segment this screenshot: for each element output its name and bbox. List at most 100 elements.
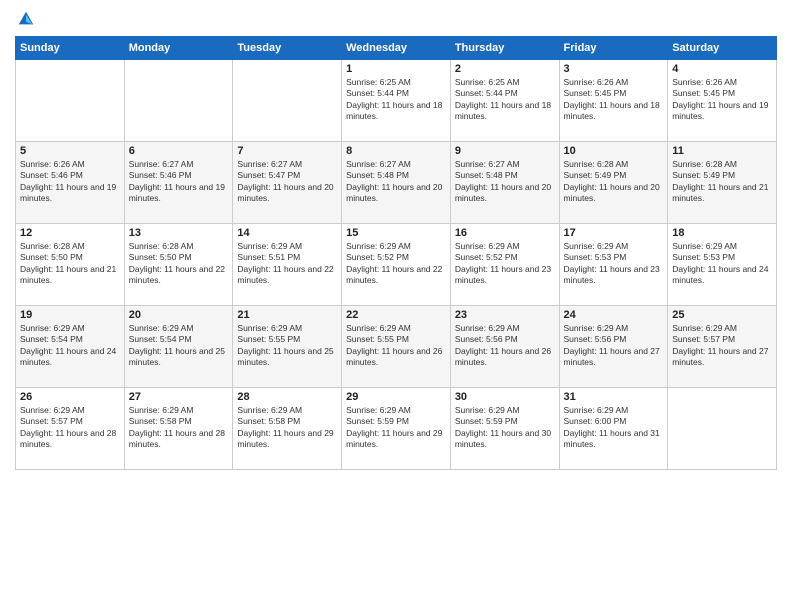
calendar-week-3: 12 Sunrise: 6:28 AM Sunset: 5:50 PM Dayli… bbox=[16, 224, 777, 306]
calendar-cell: 22 Sunrise: 6:29 AM Sunset: 5:55 PM Dayli… bbox=[342, 306, 451, 388]
day-info: Sunrise: 6:29 AM Sunset: 6:00 PM Dayligh… bbox=[564, 405, 664, 451]
day-number: 9 bbox=[455, 145, 555, 157]
day-number: 5 bbox=[20, 145, 120, 157]
day-number: 20 bbox=[129, 309, 229, 321]
calendar-cell: 14 Sunrise: 6:29 AM Sunset: 5:51 PM Dayli… bbox=[233, 224, 342, 306]
day-number: 14 bbox=[237, 227, 337, 239]
day-info: Sunrise: 6:29 AM Sunset: 5:53 PM Dayligh… bbox=[564, 241, 664, 287]
day-number: 12 bbox=[20, 227, 120, 239]
header bbox=[15, 10, 777, 28]
day-header-thursday: Thursday bbox=[450, 37, 559, 60]
calendar-cell: 13 Sunrise: 6:28 AM Sunset: 5:50 PM Dayli… bbox=[124, 224, 233, 306]
calendar-cell bbox=[668, 388, 777, 470]
calendar-cell: 3Sunrise: 6:26 AM Sunset: 5:45 PM Daylig… bbox=[559, 60, 668, 142]
day-info: Sunrise: 6:29 AM Sunset: 5:58 PM Dayligh… bbox=[129, 405, 229, 451]
calendar-cell: 19 Sunrise: 6:29 AM Sunset: 5:54 PM Dayli… bbox=[16, 306, 125, 388]
day-info: Sunrise: 6:27 AM Sunset: 5:48 PM Dayligh… bbox=[455, 159, 555, 205]
day-number: 28 bbox=[237, 391, 337, 403]
calendar-week-5: 26Sunrise: 6:29 AM Sunset: 5:57 PM Dayli… bbox=[16, 388, 777, 470]
day-info: Sunrise: 6:29 AM Sunset: 5:57 PM Dayligh… bbox=[672, 323, 772, 369]
calendar-cell bbox=[16, 60, 125, 142]
day-info: Sunrise: 6:26 AM Sunset: 5:45 PM Dayligh… bbox=[564, 77, 664, 123]
day-info: Sunrise: 6:25 AM Sunset: 5:44 PM Dayligh… bbox=[346, 77, 446, 123]
day-number: 13 bbox=[129, 227, 229, 239]
day-info: Sunrise: 6:27 AM Sunset: 5:46 PM Dayligh… bbox=[129, 159, 229, 205]
day-header-saturday: Saturday bbox=[668, 37, 777, 60]
day-number: 2 bbox=[455, 63, 555, 75]
calendar-cell: 26Sunrise: 6:29 AM Sunset: 5:57 PM Dayli… bbox=[16, 388, 125, 470]
day-number: 26 bbox=[20, 391, 120, 403]
day-info: Sunrise: 6:28 AM Sunset: 5:49 PM Dayligh… bbox=[672, 159, 772, 205]
calendar-week-4: 19 Sunrise: 6:29 AM Sunset: 5:54 PM Dayli… bbox=[16, 306, 777, 388]
day-number: 31 bbox=[564, 391, 664, 403]
calendar-body: 1Sunrise: 6:25 AM Sunset: 5:44 PM Daylig… bbox=[16, 60, 777, 470]
day-info: Sunrise: 6:29 AM Sunset: 5:56 PM Dayligh… bbox=[564, 323, 664, 369]
day-info: Sunrise: 6:29 AM Sunset: 5:59 PM Dayligh… bbox=[455, 405, 555, 451]
calendar-cell: 15Sunrise: 6:29 AM Sunset: 5:52 PM Dayli… bbox=[342, 224, 451, 306]
calendar-cell: 9 Sunrise: 6:27 AM Sunset: 5:48 PM Daylig… bbox=[450, 142, 559, 224]
day-info: Sunrise: 6:29 AM Sunset: 5:58 PM Dayligh… bbox=[237, 405, 337, 451]
calendar-cell: 24 Sunrise: 6:29 AM Sunset: 5:56 PM Dayli… bbox=[559, 306, 668, 388]
day-info: Sunrise: 6:27 AM Sunset: 5:47 PM Dayligh… bbox=[237, 159, 337, 205]
day-info: Sunrise: 6:27 AM Sunset: 5:48 PM Dayligh… bbox=[346, 159, 446, 205]
day-info: Sunrise: 6:29 AM Sunset: 5:55 PM Dayligh… bbox=[346, 323, 446, 369]
day-info: Sunrise: 6:29 AM Sunset: 5:56 PM Dayligh… bbox=[455, 323, 555, 369]
calendar-cell: 25Sunrise: 6:29 AM Sunset: 5:57 PM Dayli… bbox=[668, 306, 777, 388]
day-header-wednesday: Wednesday bbox=[342, 37, 451, 60]
calendar-week-2: 5 Sunrise: 6:26 AM Sunset: 5:46 PM Daylig… bbox=[16, 142, 777, 224]
calendar-cell: 28 Sunrise: 6:29 AM Sunset: 5:58 PM Dayli… bbox=[233, 388, 342, 470]
calendar-cell: 1Sunrise: 6:25 AM Sunset: 5:44 PM Daylig… bbox=[342, 60, 451, 142]
day-info: Sunrise: 6:29 AM Sunset: 5:59 PM Dayligh… bbox=[346, 405, 446, 451]
calendar-cell: 17 Sunrise: 6:29 AM Sunset: 5:53 PM Dayli… bbox=[559, 224, 668, 306]
day-number: 29 bbox=[346, 391, 446, 403]
calendar-table: SundayMondayTuesdayWednesdayThursdayFrid… bbox=[15, 36, 777, 470]
logo bbox=[15, 10, 35, 28]
calendar-cell: 10 Sunrise: 6:28 AM Sunset: 5:49 PM Dayli… bbox=[559, 142, 668, 224]
calendar-cell: 21Sunrise: 6:29 AM Sunset: 5:55 PM Dayli… bbox=[233, 306, 342, 388]
calendar-cell: 20 Sunrise: 6:29 AM Sunset: 5:54 PM Dayli… bbox=[124, 306, 233, 388]
day-info: Sunrise: 6:26 AM Sunset: 5:45 PM Dayligh… bbox=[672, 77, 772, 123]
day-header-monday: Monday bbox=[124, 37, 233, 60]
day-info: Sunrise: 6:29 AM Sunset: 5:54 PM Dayligh… bbox=[129, 323, 229, 369]
day-info: Sunrise: 6:29 AM Sunset: 5:51 PM Dayligh… bbox=[237, 241, 337, 287]
calendar-cell: 2 Sunrise: 6:25 AM Sunset: 5:44 PM Daylig… bbox=[450, 60, 559, 142]
day-number: 8 bbox=[346, 145, 446, 157]
calendar-cell: 31 Sunrise: 6:29 AM Sunset: 6:00 PM Dayli… bbox=[559, 388, 668, 470]
day-header-tuesday: Tuesday bbox=[233, 37, 342, 60]
day-number: 6 bbox=[129, 145, 229, 157]
logo-icon bbox=[17, 10, 35, 28]
calendar-cell: 29 Sunrise: 6:29 AM Sunset: 5:59 PM Dayli… bbox=[342, 388, 451, 470]
day-header-friday: Friday bbox=[559, 37, 668, 60]
day-info: Sunrise: 6:29 AM Sunset: 5:52 PM Dayligh… bbox=[455, 241, 555, 287]
day-info: Sunrise: 6:29 AM Sunset: 5:54 PM Dayligh… bbox=[20, 323, 120, 369]
calendar-week-1: 1Sunrise: 6:25 AM Sunset: 5:44 PM Daylig… bbox=[16, 60, 777, 142]
day-number: 30 bbox=[455, 391, 555, 403]
day-info: Sunrise: 6:25 AM Sunset: 5:44 PM Dayligh… bbox=[455, 77, 555, 123]
calendar-cell: 23 Sunrise: 6:29 AM Sunset: 5:56 PM Dayli… bbox=[450, 306, 559, 388]
day-number: 19 bbox=[20, 309, 120, 321]
day-number: 24 bbox=[564, 309, 664, 321]
calendar-cell: 6 Sunrise: 6:27 AM Sunset: 5:46 PM Daylig… bbox=[124, 142, 233, 224]
day-number: 10 bbox=[564, 145, 664, 157]
day-number: 7 bbox=[237, 145, 337, 157]
day-number: 17 bbox=[564, 227, 664, 239]
calendar-cell: 8 Sunrise: 6:27 AM Sunset: 5:48 PM Daylig… bbox=[342, 142, 451, 224]
calendar-cell: 12 Sunrise: 6:28 AM Sunset: 5:50 PM Dayli… bbox=[16, 224, 125, 306]
day-info: Sunrise: 6:28 AM Sunset: 5:50 PM Dayligh… bbox=[20, 241, 120, 287]
day-info: Sunrise: 6:28 AM Sunset: 5:50 PM Dayligh… bbox=[129, 241, 229, 287]
calendar-cell: 27 Sunrise: 6:29 AM Sunset: 5:58 PM Dayli… bbox=[124, 388, 233, 470]
calendar-cell: 7 Sunrise: 6:27 AM Sunset: 5:47 PM Daylig… bbox=[233, 142, 342, 224]
calendar-cell bbox=[124, 60, 233, 142]
day-number: 21 bbox=[237, 309, 337, 321]
calendar-header-row: SundayMondayTuesdayWednesdayThursdayFrid… bbox=[16, 37, 777, 60]
day-number: 15 bbox=[346, 227, 446, 239]
day-number: 18 bbox=[672, 227, 772, 239]
day-number: 11 bbox=[672, 145, 772, 157]
day-number: 23 bbox=[455, 309, 555, 321]
calendar-cell: 30 Sunrise: 6:29 AM Sunset: 5:59 PM Dayli… bbox=[450, 388, 559, 470]
calendar-cell: 11 Sunrise: 6:28 AM Sunset: 5:49 PM Dayli… bbox=[668, 142, 777, 224]
day-number: 22 bbox=[346, 309, 446, 321]
day-number: 27 bbox=[129, 391, 229, 403]
day-info: Sunrise: 6:28 AM Sunset: 5:49 PM Dayligh… bbox=[564, 159, 664, 205]
day-info: Sunrise: 6:26 AM Sunset: 5:46 PM Dayligh… bbox=[20, 159, 120, 205]
